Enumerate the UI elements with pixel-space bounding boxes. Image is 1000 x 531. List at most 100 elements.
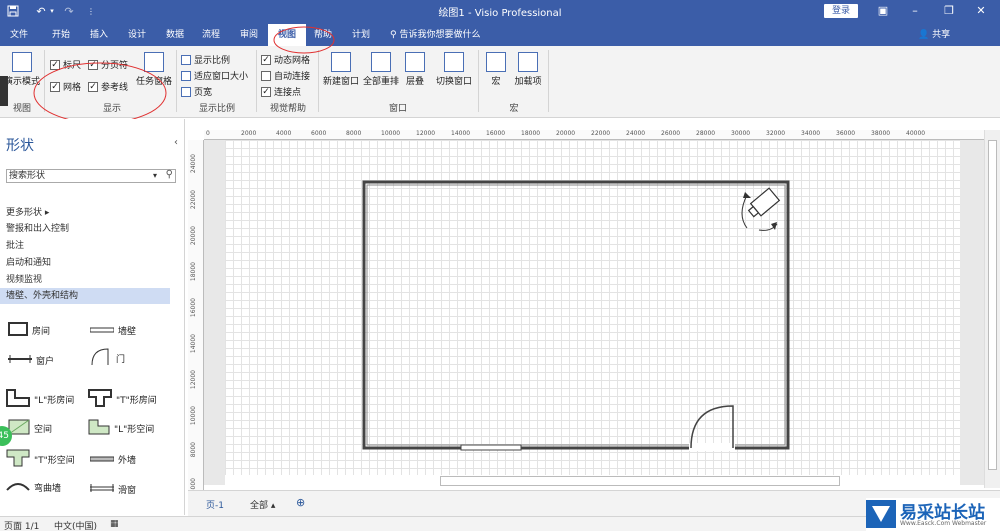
all-pages-menu[interactable]: 全部 ▴ (250, 498, 275, 511)
shape-wall[interactable]: 墙壁 (89, 324, 137, 337)
ruler-tick: 10000 (190, 406, 197, 426)
ruler-tick: 36000 (836, 130, 856, 137)
shape-door[interactable]: 门 (90, 347, 125, 370)
curved-wall-icon (6, 481, 30, 494)
exterior-wall-icon (89, 455, 115, 465)
ruler-tick: 24000 (190, 154, 197, 174)
ruler-tick: 18000 (521, 130, 541, 137)
shape-sliding-window[interactable]: 滑窗 (90, 483, 136, 496)
ruler-tick: 22000 (190, 190, 197, 210)
shape-space[interactable]: 空间 (8, 419, 52, 438)
ruler-tick: 0 (206, 130, 210, 137)
shape-search-input[interactable]: 搜索形状 ▾ ⚲ (6, 169, 176, 183)
stencil-item[interactable]: 批注 (6, 238, 24, 251)
vertical-ruler: 24000 22000 20000 18000 16000 14000 12000 10000… (188, 140, 204, 493)
watermark-logo (866, 500, 896, 528)
drawing-canvas[interactable] (225, 140, 960, 475)
ruler-tick: 4000 (276, 130, 292, 137)
status-bar: 页面 1/1 中文(中国) ▦ (0, 516, 1000, 531)
shapes-pane: 形状 ‹ 搜索形状 ▾ ⚲ 更多形状 ▸ 警报和出入控制 批注 启动和通知 视频… (0, 119, 185, 515)
l-room-icon (6, 389, 30, 410)
shape-curved-wall-label: 弯曲墙 (34, 484, 62, 494)
t-room-icon (88, 389, 112, 410)
collapse-pane-icon[interactable]: ‹ (174, 137, 178, 148)
room-walls[interactable] (362, 180, 790, 450)
shape-l-room-label: "L"形房间 (34, 396, 75, 406)
language[interactable]: 中文(中国) (54, 519, 97, 531)
watermark: 易采站长站 Www.Easck.Com Webmaster (866, 498, 1000, 531)
shape-exterior-wall-label: 外墙 (118, 456, 137, 466)
ruler-tick: 30000 (731, 130, 751, 137)
all-pages-label: 全部 (250, 501, 269, 511)
canvas-margin (204, 140, 225, 485)
ruler-tick: 34000 (801, 130, 821, 137)
search-icon[interactable]: ⚲ (166, 169, 173, 181)
chevron-down-icon[interactable]: ▾ (153, 170, 157, 182)
ruler-tick: 26000 (661, 130, 681, 137)
macro-record-icon[interactable]: ▦ (110, 519, 119, 529)
vertical-scrollbar[interactable] (984, 130, 1000, 488)
window-shape[interactable] (460, 444, 522, 451)
camera-rotate-arrow (741, 194, 748, 229)
stencil-item[interactable]: 警报和出入控制 (6, 221, 69, 234)
shape-t-space-label: "T"形空间 (34, 456, 75, 466)
ruler-tick: 8000 (346, 130, 362, 137)
door-icon (90, 347, 112, 370)
ruler-tick: 8000 (190, 442, 197, 458)
annotation-ellipse-tab (273, 26, 335, 54)
shape-t-room-label: "T"形房间 (116, 396, 157, 406)
ruler-tick: 22000 (591, 130, 611, 137)
t-space-icon (6, 449, 30, 470)
shape-window[interactable]: 窗户 (8, 354, 54, 367)
camera-shape[interactable] (746, 187, 781, 220)
l-space-icon (88, 419, 110, 438)
ruler-tick: 16000 (190, 298, 197, 318)
stencil-item[interactable]: 启动和通知 (6, 255, 51, 268)
shape-sliding-window-label: 滑窗 (118, 486, 137, 496)
shape-exterior-wall[interactable]: 外墙 (89, 453, 137, 466)
more-shapes-menu[interactable]: 更多形状 ▸ (6, 205, 49, 218)
horizontal-scrollbar[interactable] (440, 476, 840, 486)
shape-search-text: 搜索形状 (9, 171, 46, 181)
ruler-tick: 12000 (190, 370, 197, 390)
sliding-window-icon (90, 484, 114, 495)
annotation-ellipse-display (33, 62, 167, 124)
chevron-right-icon: ▸ (44, 208, 50, 218)
shape-door-label: 门 (116, 355, 126, 365)
floor-plan (362, 180, 790, 451)
shape-window-label: 窗户 (36, 357, 55, 367)
watermark-subtext: Www.Easck.Com Webmaster (900, 520, 987, 527)
ruler-tick: 20000 (190, 226, 197, 246)
more-shapes-label: 更多形状 (6, 208, 43, 218)
chevron-up-icon: ▴ (270, 501, 276, 511)
door-shape[interactable] (690, 405, 734, 449)
ruler-tick: 28000 (696, 130, 716, 137)
shape-t-space[interactable]: "T"形空间 (6, 449, 75, 470)
shape-curved-wall[interactable]: 弯曲墙 (6, 481, 61, 494)
canvas-margin (960, 140, 984, 485)
shapes-pane-title: 形状 (6, 138, 34, 154)
ruler-tick: 16000 (486, 130, 506, 137)
shape-wall-label: 墙壁 (118, 327, 137, 337)
shape-l-space-label: "L"形空间 (114, 425, 155, 435)
add-page-icon[interactable]: ⊕ (296, 496, 305, 509)
shape-room[interactable]: 房间 (8, 322, 50, 339)
shape-l-room[interactable]: "L"形房间 (6, 389, 74, 410)
horizontal-ruler: 0 2000 4000 6000 8000 10000 12000 14000 16000 180… (204, 130, 984, 140)
shape-l-space[interactable]: "L"形空间 (88, 419, 154, 438)
shape-space-label: 空间 (34, 425, 53, 435)
ruler-tick: 12000 (416, 130, 436, 137)
ruler-tick: 10000 (381, 130, 401, 137)
ruler-tick: 24000 (626, 130, 646, 137)
page-tab-1[interactable]: 页-1 (206, 498, 224, 511)
stencil-item-selected[interactable]: 墙壁、外壳和结构 (0, 288, 170, 304)
shape-room-label: 房间 (32, 327, 51, 337)
ruler-tick: 40000 (906, 130, 926, 137)
stencil-item[interactable]: 视频监视 (6, 272, 42, 285)
shape-t-room[interactable]: "T"形房间 (88, 389, 157, 410)
ruler-tick: 14000 (190, 334, 197, 354)
page-number: 页面 1/1 (4, 522, 40, 531)
wall-icon (89, 326, 115, 336)
scroll-thumb[interactable] (988, 140, 997, 470)
ruler-tick: 2000 (241, 130, 257, 137)
